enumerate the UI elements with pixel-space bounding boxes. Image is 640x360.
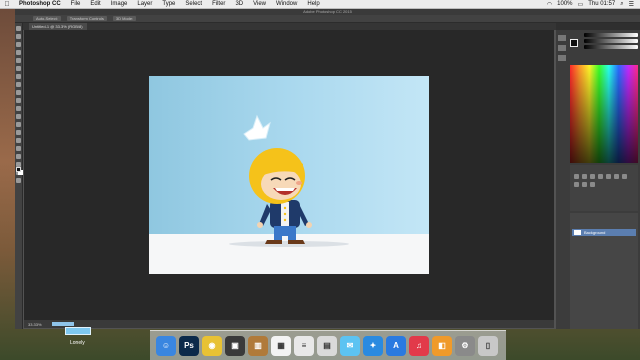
lasso-tool-icon[interactable] xyxy=(16,42,21,47)
zoom-tool-icon[interactable] xyxy=(16,178,21,183)
menu-app-name[interactable]: Photoshop CC xyxy=(14,1,66,7)
option-auto-select[interactable]: Auto-Select: xyxy=(33,16,61,21)
properties-panel-icon[interactable] xyxy=(558,45,566,51)
horizontal-scrollbar[interactable] xyxy=(52,322,74,326)
photoshop-icon[interactable]: Ps xyxy=(179,335,199,356)
books-icon[interactable]: ▥ xyxy=(248,335,268,356)
layer-row-background[interactable]: Background xyxy=(572,229,636,236)
clone-stamp-tool-icon[interactable] xyxy=(16,90,21,95)
move-tool-icon[interactable] xyxy=(16,26,21,31)
options-bar: Auto-Select: Transform Controls 3D Mode: xyxy=(15,15,640,23)
photo-icon[interactable]: ▣ xyxy=(225,335,245,356)
menu-3d[interactable]: 3D xyxy=(230,1,248,7)
menu-window[interactable]: Window xyxy=(271,1,302,7)
history-panel-icon[interactable] xyxy=(558,35,566,41)
appstore-icon[interactable]: A xyxy=(386,335,406,356)
clock[interactable]: Thu 01:57 xyxy=(588,1,615,7)
messages-icon[interactable]: ✉ xyxy=(340,335,360,356)
preferences-icon[interactable]: ⚙ xyxy=(455,335,475,356)
color-spectrum[interactable] xyxy=(570,65,638,163)
dock: ☺ Ps ◉ ▣ ▥ ▦ ≡ ▤ ✉ ✦ A ♫ ◧ ⚙ ▯ xyxy=(150,330,506,360)
trash-icon[interactable]: ▯ xyxy=(478,335,498,356)
path-select-tool-icon[interactable] xyxy=(16,154,21,159)
brightness-icon[interactable] xyxy=(574,174,579,179)
finder-icon[interactable]: ☺ xyxy=(156,335,176,356)
type-tool-icon[interactable] xyxy=(16,146,21,151)
pen-tool-icon[interactable] xyxy=(16,138,21,143)
menu-help[interactable]: Help xyxy=(302,1,324,7)
menu-layer[interactable]: Layer xyxy=(132,1,157,7)
color-balance-icon[interactable] xyxy=(622,174,627,179)
photoshop-window: Adobe Photoshop CC 2015 Auto-Select: Tra… xyxy=(15,9,640,329)
menu-image[interactable]: Image xyxy=(106,1,133,7)
crop-tool-icon[interactable] xyxy=(16,58,21,63)
layer-thumbnail xyxy=(574,230,581,235)
right-panels: Background xyxy=(556,23,640,329)
red-slider[interactable] xyxy=(584,33,638,37)
blue-slider[interactable] xyxy=(584,45,638,49)
panel-tabs xyxy=(556,23,640,30)
channel-mixer-icon[interactable] xyxy=(590,182,595,187)
music-icon[interactable]: ♫ xyxy=(409,335,429,356)
notes-icon[interactable]: ≡ xyxy=(294,335,314,356)
photo-filter-icon[interactable] xyxy=(582,182,587,187)
green-slider[interactable] xyxy=(584,39,638,43)
tools-panel xyxy=(15,23,23,329)
search-icon[interactable]: ⌕ xyxy=(620,1,623,8)
menu-type[interactable]: Type xyxy=(157,1,180,7)
status-bar: 33.33% xyxy=(24,320,554,328)
foreground-color-swatch[interactable] xyxy=(16,167,21,172)
hue-saturation-icon[interactable] xyxy=(614,174,619,179)
document-tab[interactable]: Untitled-1 @ 33.3% (RGB/8) xyxy=(29,23,87,30)
battery-label[interactable]: 100% xyxy=(557,1,572,7)
history-brush-tool-icon[interactable] xyxy=(16,98,21,103)
artboard[interactable] xyxy=(149,76,429,274)
menubar-status: ◠ 100% ▭ Thu 01:57 ⌕ ☰ xyxy=(547,1,640,8)
option-3d-mode[interactable]: 3D Mode: xyxy=(112,16,137,21)
preview-icon[interactable]: ▤ xyxy=(317,335,337,356)
apple-icon[interactable]:  xyxy=(0,1,14,8)
gradient-tool-icon[interactable] xyxy=(16,114,21,119)
info-panel-icon[interactable] xyxy=(558,55,566,61)
battery-icon[interactable]: ▭ xyxy=(578,1,584,8)
curves-icon[interactable] xyxy=(590,174,595,179)
menu-edit[interactable]: Edit xyxy=(85,1,105,7)
ibooks-icon[interactable]: ◧ xyxy=(432,335,452,356)
layers-panel: Background xyxy=(570,213,638,329)
prince-character xyxy=(229,114,349,247)
black-white-icon[interactable] xyxy=(574,182,579,187)
menu-view[interactable]: View xyxy=(248,1,271,7)
healing-tool-icon[interactable] xyxy=(16,74,21,79)
zoom-level[interactable]: 33.33% xyxy=(28,322,42,327)
collapsed-panel-icons xyxy=(556,31,568,65)
adjustments-panel xyxy=(570,165,638,211)
dodge-tool-icon[interactable] xyxy=(16,130,21,135)
color-panel xyxy=(584,31,638,59)
menu-select[interactable]: Select xyxy=(180,1,207,7)
layer-name: Background xyxy=(584,230,606,235)
marquee-tool-icon[interactable] xyxy=(16,34,21,39)
exposure-icon[interactable] xyxy=(598,174,603,179)
chrome-icon[interactable]: ◉ xyxy=(202,335,222,356)
safari-icon[interactable]: ✦ xyxy=(363,335,383,356)
active-color-chip[interactable] xyxy=(570,39,578,47)
menu-filter[interactable]: Filter xyxy=(207,1,230,7)
levels-icon[interactable] xyxy=(582,174,587,179)
blur-tool-icon[interactable] xyxy=(16,122,21,127)
wifi-icon[interactable]: ◠ xyxy=(547,1,552,8)
brush-tool-icon[interactable] xyxy=(16,82,21,87)
eyedropper-tool-icon[interactable] xyxy=(16,66,21,71)
document-tabs: Untitled-1 @ 33.3% (RGB/8) xyxy=(23,23,563,30)
notification-icon[interactable]: ☰ xyxy=(629,1,634,8)
menu-file[interactable]: File xyxy=(66,1,86,7)
calendar-icon[interactable]: ▦ xyxy=(271,335,291,356)
mac-menubar:  Photoshop CC File Edit Image Layer Typ… xyxy=(0,0,640,9)
canvas-area[interactable] xyxy=(24,30,554,320)
desktop-file-label[interactable]: Lonely xyxy=(70,340,85,346)
vibrance-icon[interactable] xyxy=(606,174,611,179)
option-transform-controls[interactable]: Transform Controls xyxy=(66,16,107,21)
quick-select-tool-icon[interactable] xyxy=(16,50,21,55)
desktop-file-icon[interactable] xyxy=(65,327,91,335)
eraser-tool-icon[interactable] xyxy=(16,106,21,111)
